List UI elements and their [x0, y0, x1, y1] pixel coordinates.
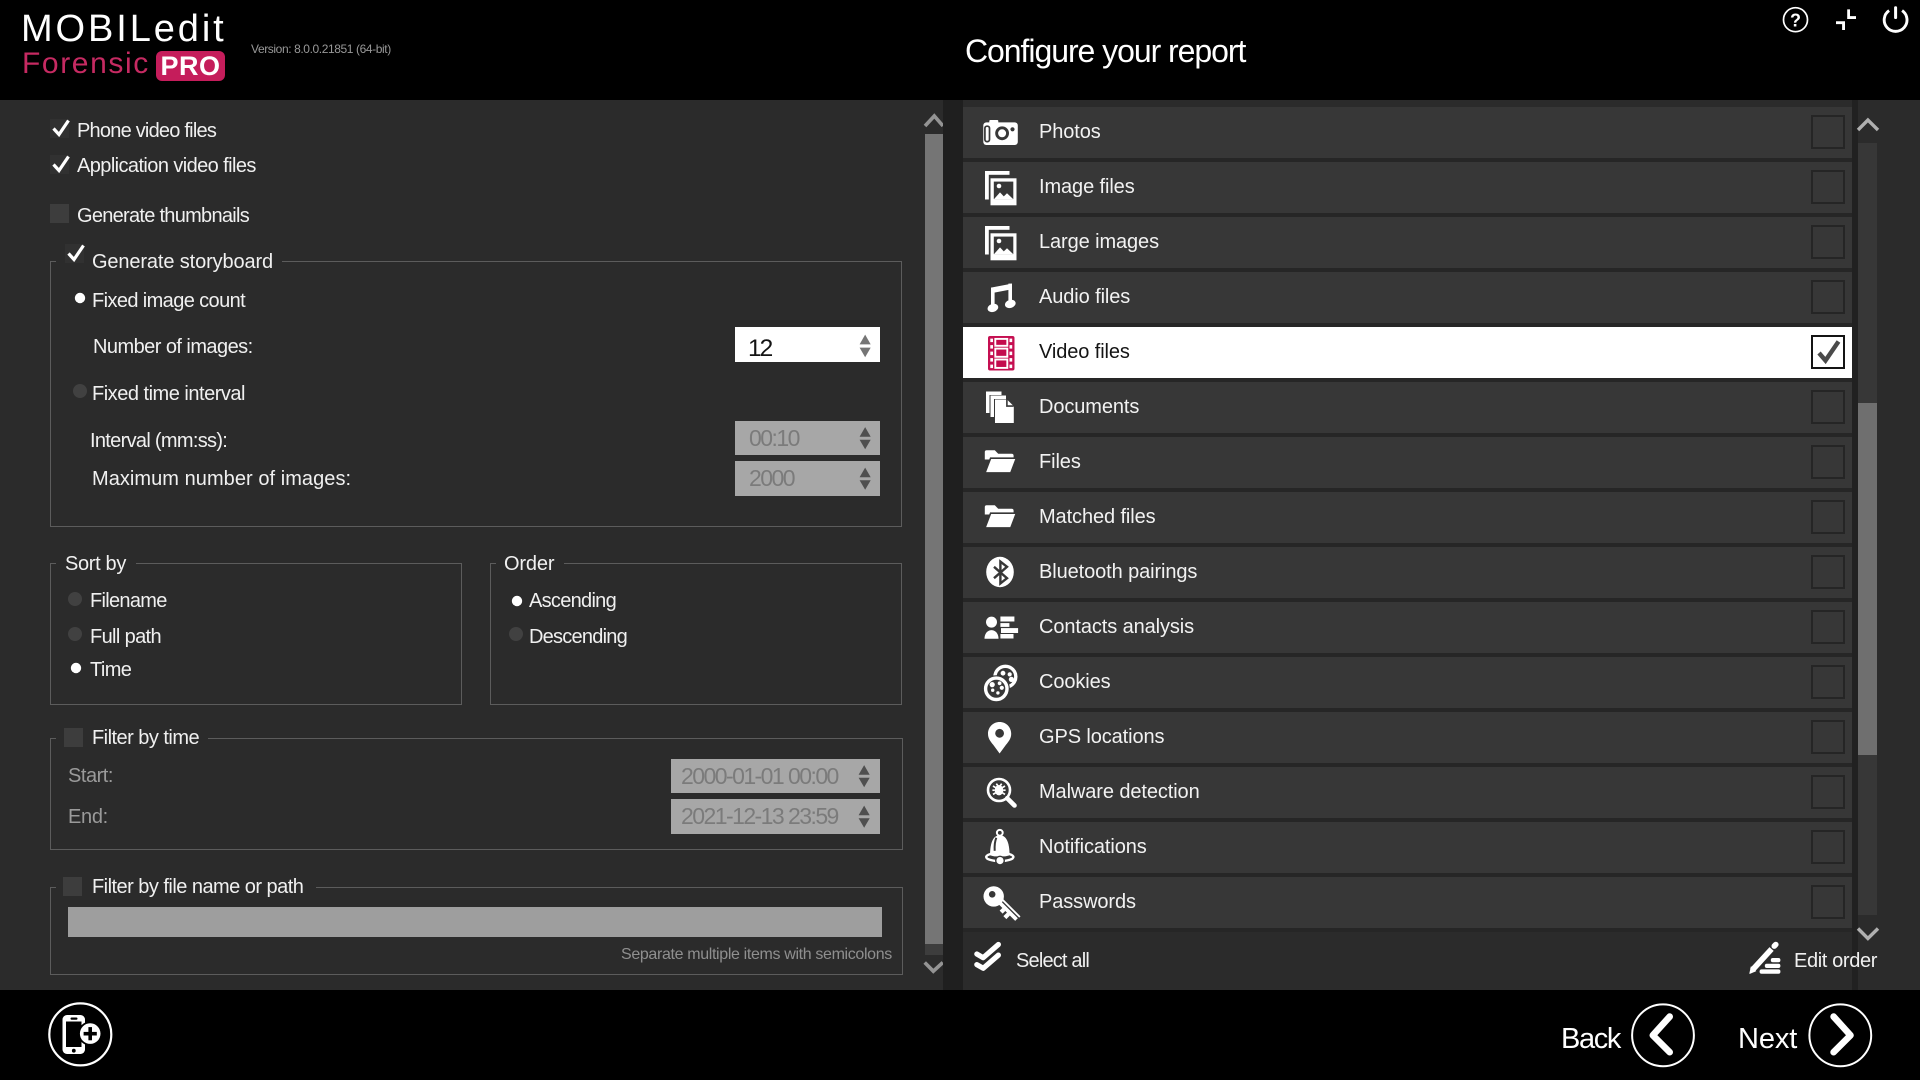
svg-text:?: ?	[1790, 10, 1801, 30]
